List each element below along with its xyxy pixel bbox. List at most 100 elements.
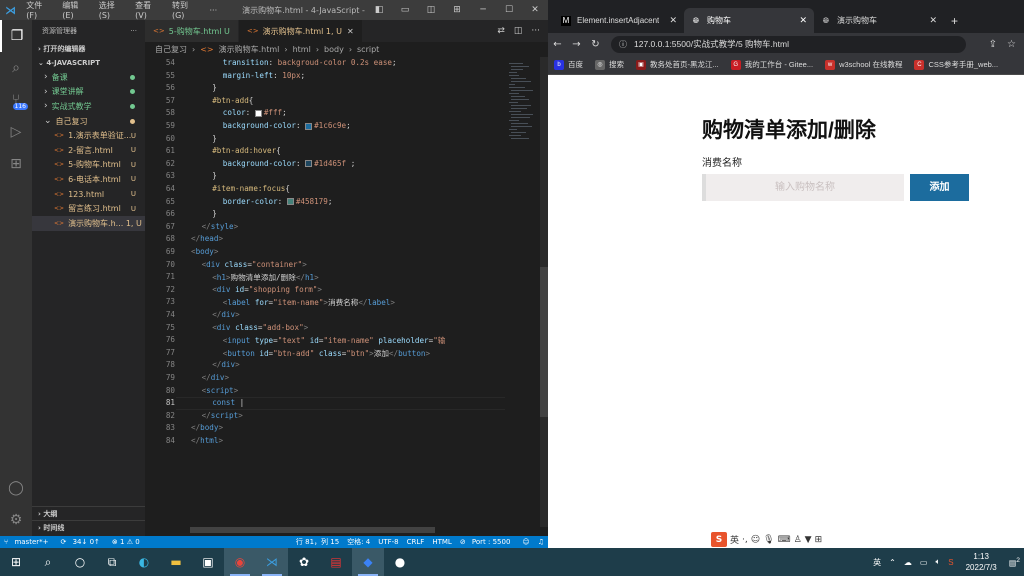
cloud-icon[interactable]: ☁ <box>900 558 916 567</box>
edge-icon[interactable]: ◐ <box>128 548 160 576</box>
skin-icon[interactable]: ▼ <box>805 535 812 545</box>
emoji-icon[interactable]: ☺ <box>751 535 760 545</box>
eol-status[interactable]: CRLF <box>403 538 429 546</box>
feedback-icon[interactable]: ☺ <box>518 538 533 546</box>
breadcrumb-folder[interactable]: 自己复习 <box>155 44 187 55</box>
add-button[interactable]: 添加 <box>910 174 969 201</box>
breadcrumb-body[interactable]: body <box>324 45 344 54</box>
browser-tab-demo-cart[interactable]: 🌐︎ 演示购物车 ✕ <box>814 8 944 33</box>
item-name-input[interactable]: 输入购物名称 <box>702 174 904 201</box>
minimize-icon[interactable]: ─ <box>470 5 496 15</box>
chevron-up-icon[interactable]: ⌃ <box>885 558 900 567</box>
search-icon[interactable]: ⌕ <box>32 548 64 576</box>
file-tree-item[interactable]: <> 留言练习.html U <box>32 201 145 216</box>
account-icon[interactable]: ◯ <box>0 472 32 504</box>
chrome-icon[interactable]: ◉ <box>224 548 256 576</box>
windows-start-icon[interactable]: ⊞ <box>0 548 32 576</box>
live-server-status[interactable]: ⊘ Port : 5500 <box>456 538 519 546</box>
store-icon[interactable]: ▣ <box>192 548 224 576</box>
close-tab-icon[interactable]: ✕ <box>347 27 354 36</box>
file-tree-item[interactable]: <> 6-电话本.html U <box>32 172 145 187</box>
browser-tab-mdn[interactable]: M Element.insertAdjacent ✕ <box>554 8 684 33</box>
indent-status[interactable]: 空格: 4 <box>343 537 374 547</box>
breadcrumb-html[interactable]: html <box>293 45 311 54</box>
language-status[interactable]: HTML <box>428 538 455 546</box>
folder-section[interactable]: ⌄ 4-JAVASCRIPT <box>32 56 145 70</box>
app-icon[interactable]: ✿ <box>288 548 320 576</box>
file-tree-item[interactable]: <> 5-购物车.html U <box>32 158 145 173</box>
file-tree-item[interactable]: ⌄ 自己复习 <box>32 114 145 129</box>
info-icon[interactable]: ⓘ <box>619 39 627 50</box>
more-actions-icon[interactable]: ··· <box>531 26 540 36</box>
problems-status[interactable]: ⊗ 1 ⚠ 0 <box>108 538 144 546</box>
tab-demo-cart[interactable]: <> 演示购物车.html 1, U ✕ <box>238 20 363 42</box>
bookmark-item[interactable]: G 我的工作台 - Gitee... <box>725 59 819 70</box>
file-tree-item[interactable]: › 实战式教学 <box>32 99 145 114</box>
clock[interactable]: 1:13 2022/7/3 <box>958 551 1005 573</box>
file-tree-item[interactable]: <> 123.html U <box>32 187 145 202</box>
menu-more[interactable]: ··· <box>205 6 223 15</box>
notifications-bell-icon[interactable]: ♫ <box>534 538 548 546</box>
file-explorer-icon[interactable]: ▬ <box>160 548 192 576</box>
layout-icon[interactable]: ◫ <box>418 5 444 15</box>
close-tab-icon[interactable]: ✕ <box>669 15 677 26</box>
close-tab-icon[interactable]: ✕ <box>799 15 807 26</box>
new-tab-button[interactable]: + <box>944 8 974 33</box>
microphone-icon[interactable]: 🎙︎ <box>763 535 774 545</box>
search-icon[interactable]: ⌕ <box>0 52 32 84</box>
bookmark-item[interactable]: w w3school 在线教程 <box>819 59 908 70</box>
volume-icon[interactable]: 🔈︎ <box>931 557 944 567</box>
cortana-icon[interactable]: ○ <box>64 548 96 576</box>
run-debug-icon[interactable]: ▷ <box>0 116 32 148</box>
scrollbar-thumb[interactable] <box>540 267 548 417</box>
timeline-section[interactable]: › 时间线 <box>32 520 145 534</box>
breadcrumb-script[interactable]: script <box>357 45 379 54</box>
youdao-icon[interactable]: ▤ <box>320 548 352 576</box>
browser-tab-cart[interactable]: 🌐︎ 购物车 ✕ <box>684 8 814 33</box>
open-editors-section[interactable]: › 打开的编辑器 <box>32 42 145 56</box>
input-indicator[interactable]: 英 <box>869 557 885 568</box>
bookmark-item[interactable]: ◎ 搜索 <box>589 59 630 70</box>
vscode-taskbar-icon[interactable]: ⋊ <box>256 548 288 576</box>
minimap[interactable] <box>505 57 540 527</box>
task-view-icon[interactable]: ⧉ <box>96 548 128 576</box>
compare-icon[interactable]: ⇄ <box>497 26 505 36</box>
sync-status[interactable]: ⟳ 34↓ 0↑ <box>57 538 108 546</box>
branch-status[interactable]: ⑂ master*+ <box>0 538 57 546</box>
file-tree-item[interactable]: › 课堂讲解 <box>32 85 145 100</box>
extensions-icon[interactable]: ⊞ <box>0 148 32 180</box>
sogou-ime-icon[interactable]: S <box>711 532 727 547</box>
maximize-icon[interactable]: ☐ <box>496 5 522 15</box>
feishu-icon[interactable]: ◆ <box>352 548 384 576</box>
bookmark-item[interactable]: C CSS参考手册_web... <box>908 59 1004 70</box>
breadcrumb-file[interactable]: 演示购物车.html <box>219 44 280 55</box>
file-tree-item[interactable]: <> 2-留言.html U <box>32 143 145 158</box>
notification-center-icon[interactable]: ▤2 <box>1005 557 1024 568</box>
keyboard-icon[interactable]: ⌨ <box>778 535 791 545</box>
ime-language[interactable]: 英 <box>730 533 739 546</box>
explorer-icon[interactable]: ❐ <box>0 20 32 52</box>
forward-icon[interactable]: → <box>567 39 586 50</box>
menu-goto[interactable]: 转到(G) <box>167 0 205 20</box>
user-icon[interactable]: ♙ <box>794 535 802 545</box>
network-icon[interactable]: ▭ <box>916 558 932 567</box>
cursor-position[interactable]: 行 81，列 15 <box>292 537 343 547</box>
menu-view[interactable]: 查看(V) <box>130 0 167 20</box>
toolbox-icon[interactable]: ⊞ <box>815 535 823 545</box>
panel-toggle-icon[interactable]: ▭ <box>392 5 418 15</box>
menu-edit[interactable]: 编辑(E) <box>57 0 93 20</box>
share-icon[interactable]: ⇪ <box>989 39 997 50</box>
file-tree-item[interactable]: › 备课 <box>32 70 145 85</box>
bookmark-star-icon[interactable]: ☆ <box>1007 39 1016 50</box>
encoding-status[interactable]: UTF-8 <box>374 538 402 546</box>
customize-layout-icon[interactable]: ⊞ <box>444 5 470 15</box>
menu-selection[interactable]: 选择(S) <box>94 0 130 20</box>
menu-file[interactable]: 文件(F) <box>21 0 57 20</box>
vertical-scrollbar[interactable] <box>540 57 548 527</box>
layout-toggle-icon[interactable]: ◧ <box>366 5 392 15</box>
source-control-icon[interactable]: ⑂ 116 <box>0 84 32 116</box>
file-tree-item[interactable]: <> 演示购物车.h... 1, U <box>32 215 145 231</box>
code-editor[interactable]: 54 transition: backgroud-color 0.2s ease;… <box>145 57 505 527</box>
split-editor-icon[interactable]: ◫ <box>514 26 523 36</box>
sogou-tray-icon[interactable]: S <box>944 558 957 567</box>
